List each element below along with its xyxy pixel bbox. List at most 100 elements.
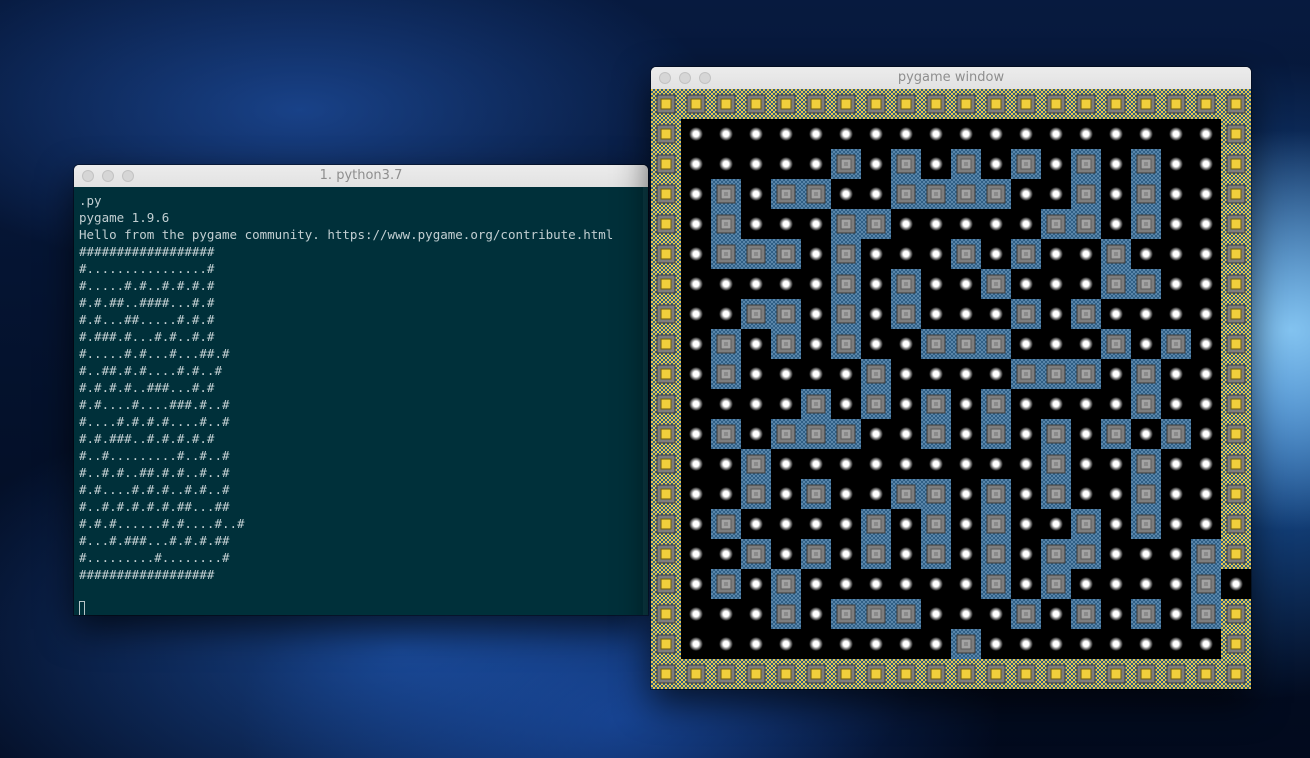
wall-tile — [1131, 149, 1161, 179]
pellet — [1109, 547, 1123, 561]
pellet — [779, 457, 793, 471]
pellet — [1079, 457, 1093, 471]
pellet — [899, 577, 913, 591]
wall-tile — [981, 539, 1011, 569]
text-cursor — [79, 601, 85, 615]
game-canvas[interactable] — [651, 89, 1251, 689]
terminal-titlebar[interactable]: 1. python3.7 — [74, 165, 648, 188]
pellet — [1139, 337, 1153, 351]
wall-tile — [741, 449, 771, 479]
pellet — [1019, 547, 1033, 561]
border-wall-tile — [1221, 299, 1251, 329]
pellet — [1109, 487, 1123, 501]
border-wall-tile — [1101, 89, 1131, 119]
pellet — [1109, 457, 1123, 471]
border-wall-tile — [801, 89, 831, 119]
pellet — [1019, 517, 1033, 531]
terminal-scrollbar[interactable] — [643, 187, 648, 615]
wall-tile — [981, 509, 1011, 539]
wall-tile — [1071, 359, 1101, 389]
border-wall-tile — [1071, 89, 1101, 119]
wall-tile — [1161, 329, 1191, 359]
pellet — [959, 487, 973, 501]
pellet — [1169, 127, 1183, 141]
pellet — [1169, 637, 1183, 651]
pellet — [1109, 187, 1123, 201]
wall-tile — [741, 239, 771, 269]
wall-tile — [771, 419, 801, 449]
border-wall-tile — [981, 659, 1011, 689]
pellet — [1109, 577, 1123, 591]
wall-tile — [861, 599, 891, 629]
border-wall-tile — [1191, 659, 1221, 689]
pellet — [779, 637, 793, 651]
border-wall-tile — [651, 269, 681, 299]
border-wall-tile — [891, 659, 921, 689]
wall-tile — [1131, 599, 1161, 629]
border-wall-tile — [1221, 539, 1251, 569]
border-wall-tile — [1221, 149, 1251, 179]
border-wall-tile — [1101, 659, 1131, 689]
border-wall-tile — [861, 89, 891, 119]
border-wall-tile — [1041, 659, 1071, 689]
border-wall-tile — [1161, 89, 1191, 119]
border-wall-tile — [681, 89, 711, 119]
pellet — [779, 277, 793, 291]
pellet — [719, 457, 733, 471]
wall-tile — [891, 179, 921, 209]
pellet — [689, 607, 703, 621]
pellet — [1169, 367, 1183, 381]
wall-tile — [711, 359, 741, 389]
wall-tile — [771, 599, 801, 629]
pellet — [989, 367, 1003, 381]
pellet — [989, 127, 1003, 141]
wall-tile — [981, 389, 1011, 419]
pellet — [959, 277, 973, 291]
wall-tile — [801, 479, 831, 509]
pellet — [959, 607, 973, 621]
pellet — [899, 127, 913, 141]
terminal-body[interactable]: .py pygame 1.9.6 Hello from the pygame com… — [74, 187, 648, 615]
pellet — [719, 487, 733, 501]
pellet — [689, 637, 703, 651]
pellet — [1079, 577, 1093, 591]
pellet — [719, 637, 733, 651]
border-wall-tile — [1161, 659, 1191, 689]
terminal-prompt-line[interactable] — [79, 600, 648, 615]
pellet — [1199, 487, 1213, 501]
pellet — [1139, 247, 1153, 261]
wall-tile — [1071, 209, 1101, 239]
terminal-line: #.#.#......#.#....#..# — [79, 516, 245, 531]
pellet — [1019, 217, 1033, 231]
wall-tile — [1191, 539, 1221, 569]
wall-tile — [741, 299, 771, 329]
border-wall-tile — [741, 89, 771, 119]
pellet — [989, 247, 1003, 261]
terminal-title: 1. python3.7 — [319, 168, 403, 183]
wall-tile — [1041, 449, 1071, 479]
wall-tile — [831, 599, 861, 629]
pellet — [779, 487, 793, 501]
pellet — [989, 157, 1003, 171]
border-wall-tile — [771, 659, 801, 689]
pellet — [1169, 607, 1183, 621]
pygame-window[interactable]: pygame window — [651, 67, 1251, 689]
terminal-line: Hello from the pygame community. https:/… — [79, 227, 614, 242]
border-wall-tile — [1221, 119, 1251, 149]
border-wall-tile — [1221, 239, 1251, 269]
pellet — [959, 457, 973, 471]
pellet — [869, 127, 883, 141]
terminal-line: #.....#.#..#.#.#.# — [79, 278, 215, 293]
wall-tile — [921, 509, 951, 539]
pellet — [869, 187, 883, 201]
pellet — [689, 337, 703, 351]
pellet — [1019, 277, 1033, 291]
pellet — [1139, 547, 1153, 561]
pygame-titlebar[interactable]: pygame window — [651, 67, 1251, 90]
terminal-window[interactable]: 1. python3.7 .py pygame 1.9.6 Hello from t… — [74, 165, 648, 615]
wall-tile — [1191, 569, 1221, 599]
pellet — [959, 217, 973, 231]
terminal-output: .py pygame 1.9.6 Hello from the pygame com… — [74, 187, 648, 615]
terminal-line: #..#.#.#.#.#.##...## — [79, 499, 230, 514]
pellet — [1109, 307, 1123, 321]
